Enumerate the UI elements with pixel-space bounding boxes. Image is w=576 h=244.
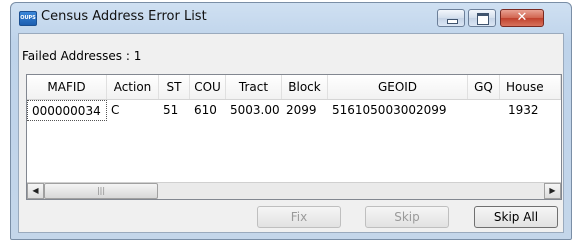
cell-gq[interactable] xyxy=(468,100,500,121)
scrollbar-thumb[interactable]: ||| xyxy=(44,183,158,199)
title-bar[interactable]: OUPS Census Address Error List ✕ xyxy=(11,3,571,33)
app-icon: OUPS xyxy=(19,11,37,26)
minimize-icon xyxy=(447,19,458,24)
cell-mafid[interactable]: 000000034 xyxy=(27,100,107,121)
column-header-gq[interactable]: GQ xyxy=(468,75,500,99)
maximize-icon xyxy=(477,13,489,25)
arrow-right-icon: ▶ xyxy=(549,186,556,195)
cell-geoid[interactable]: 516105003002099 xyxy=(328,100,468,121)
grid-header: MAFID Action ST COU Tract Block GEOID GQ… xyxy=(27,75,561,100)
cell-st[interactable]: 51 xyxy=(159,100,190,121)
minimize-button[interactable] xyxy=(437,9,465,27)
address-grid[interactable]: MAFID Action ST COU Tract Block GEOID GQ… xyxy=(26,74,562,200)
column-header-house[interactable]: House xyxy=(500,75,561,99)
cell-cou[interactable]: 610 xyxy=(190,100,226,121)
column-header-action[interactable]: Action xyxy=(107,75,159,99)
column-header-mafid[interactable]: MAFID xyxy=(27,75,107,99)
cell-block[interactable]: 2099 xyxy=(282,100,328,121)
column-header-geoid[interactable]: GEOID xyxy=(328,75,468,99)
cell-house[interactable]: 1932 xyxy=(500,100,561,121)
scroll-right-button[interactable]: ▶ xyxy=(544,183,561,199)
column-header-st[interactable]: ST xyxy=(159,75,190,99)
window-title: Census Address Error List xyxy=(41,9,207,24)
maximize-button[interactable] xyxy=(468,9,496,27)
horizontal-scrollbar[interactable]: ◀ ||| ▶ xyxy=(27,182,561,199)
close-button[interactable]: ✕ xyxy=(500,9,544,27)
dialog-body: Failed Addresses : 1 MAFID Action ST COU… xyxy=(18,33,564,233)
grip-icon: ||| xyxy=(96,186,106,195)
failed-addresses-label: Failed Addresses : 1 xyxy=(22,49,142,63)
table-row[interactable]: 000000034 C 51 610 5003.00 2099 51610500… xyxy=(27,100,561,121)
column-header-block[interactable]: Block xyxy=(282,75,328,99)
scroll-left-button[interactable]: ◀ xyxy=(27,183,44,199)
cell-action[interactable]: C xyxy=(107,100,159,121)
cell-tract[interactable]: 5003.00 xyxy=(226,100,282,121)
census-error-window: OUPS Census Address Error List ✕ Failed … xyxy=(10,2,572,240)
column-header-tract[interactable]: Tract xyxy=(226,75,282,99)
arrow-left-icon: ◀ xyxy=(32,186,39,195)
fix-button[interactable]: Fix xyxy=(257,206,341,228)
column-header-cou[interactable]: COU xyxy=(190,75,226,99)
close-icon: ✕ xyxy=(516,10,528,25)
skip-all-button[interactable]: Skip All xyxy=(474,206,558,228)
skip-button[interactable]: Skip xyxy=(365,206,449,228)
